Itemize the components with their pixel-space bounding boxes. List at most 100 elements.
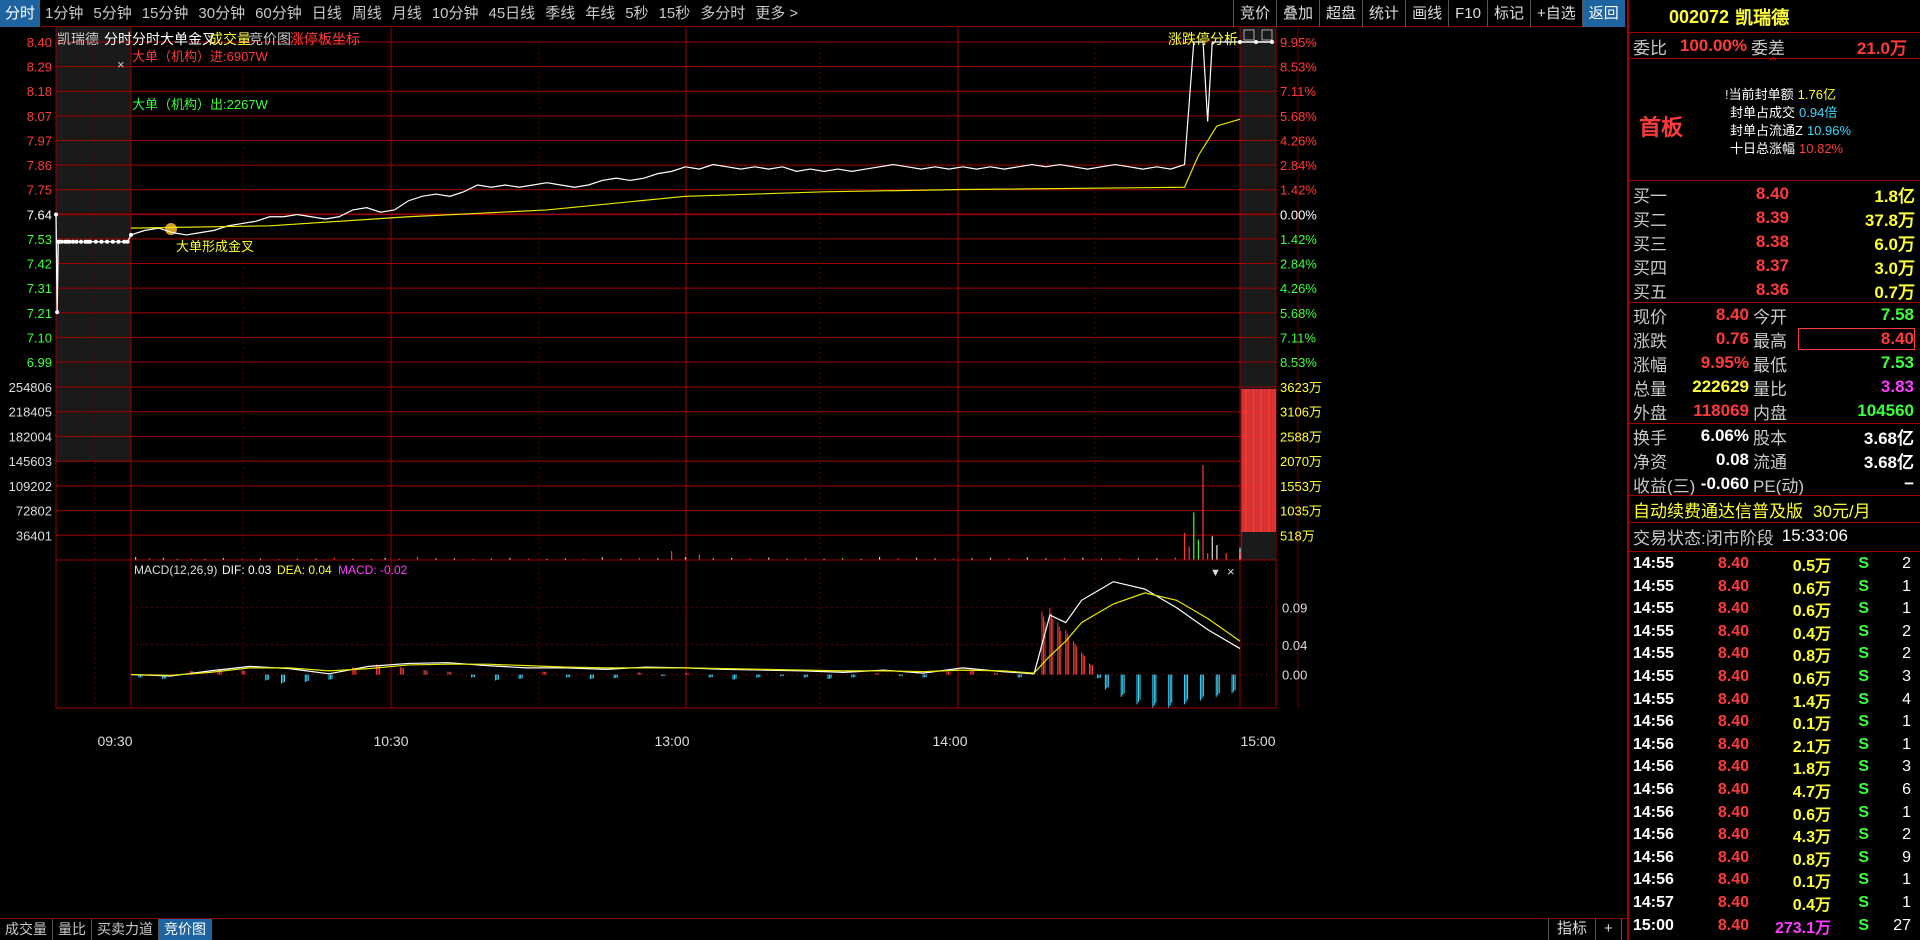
period-tab-6[interactable]: 日线 bbox=[307, 0, 347, 27]
period-tab-0[interactable]: 分时 bbox=[0, 0, 41, 27]
limit-coord-toggle[interactable]: 涨停板坐标 bbox=[290, 31, 360, 47]
tool-button-0[interactable]: 竞价 bbox=[1233, 0, 1276, 27]
pct-tick-label: 2.84% bbox=[1280, 158, 1317, 173]
macd-close-icon[interactable]: × bbox=[1227, 564, 1235, 579]
tick-row[interactable]: 14:56 8.40 0.8万 S 9 bbox=[1629, 847, 1920, 869]
indicator-control-1[interactable]: + bbox=[1595, 918, 1621, 940]
indicator-tab-3[interactable]: 竞价图 bbox=[159, 919, 212, 940]
auction-point bbox=[74, 239, 79, 244]
tick-time: 14:56 bbox=[1633, 781, 1674, 798]
tick-row[interactable]: 14:57 8.40 0.4万 S 1 bbox=[1629, 892, 1920, 914]
ad-text[interactable]: 自动续费通达信普及版 bbox=[1633, 497, 1803, 522]
price-tick-label: 7.53 bbox=[27, 232, 52, 247]
tick-time: 14:55 bbox=[1633, 600, 1674, 618]
tick-time: 14:55 bbox=[1633, 668, 1674, 685]
chart-indicator-label[interactable]: 分时大单金叉 bbox=[132, 31, 216, 47]
close-icon[interactable]: × bbox=[117, 57, 125, 72]
tick-row[interactable]: 14:55 8.40 0.6万 S 1 bbox=[1629, 576, 1920, 598]
pct-tick-label: 4.26% bbox=[1280, 133, 1317, 148]
quote-row: 涨幅 9.95% 最低 7.53 bbox=[1629, 352, 1920, 375]
seal-value: 1.76亿 bbox=[1797, 87, 1836, 102]
macd-hist-legend: MACD: -0.02 bbox=[338, 563, 408, 577]
indicator-tab-0[interactable]: 成交量 bbox=[0, 919, 53, 940]
period-tab-5[interactable]: 60分钟 bbox=[250, 0, 307, 27]
tool-button-4[interactable]: 画线 bbox=[1405, 0, 1448, 27]
tool-button-6[interactable]: 标记 bbox=[1486, 0, 1530, 27]
tick-volume: 0.6万 bbox=[1792, 580, 1831, 598]
indicator-tab-1[interactable]: 量比 bbox=[53, 919, 92, 940]
volume-toggle[interactable]: 成交量 bbox=[209, 31, 251, 47]
tick-row[interactable]: 14:56 8.40 4.3万 S 2 bbox=[1629, 824, 1920, 846]
tool-button-7[interactable]: +自选 bbox=[1529, 0, 1582, 27]
tick-time: 14:57 bbox=[1633, 894, 1674, 911]
tick-row[interactable]: 14:56 8.40 2.1万 S 1 bbox=[1629, 734, 1920, 756]
period-tab-7[interactable]: 周线 bbox=[347, 0, 387, 27]
tick-row[interactable]: 14:56 8.40 0.6万 S 1 bbox=[1629, 802, 1920, 824]
period-tab-9[interactable]: 10分钟 bbox=[427, 0, 484, 27]
period-tab-1[interactable]: 1分钟 bbox=[40, 0, 88, 27]
tick-row[interactable]: 14:55 8.40 0.5万 S 2 bbox=[1629, 553, 1920, 575]
bid-volume: 37.8万 bbox=[1864, 210, 1915, 230]
tick-volume: 0.6万 bbox=[1792, 671, 1831, 688]
bid-chart-toggle[interactable]: 竞价图 bbox=[249, 31, 291, 47]
tick-row[interactable]: 15:00 8.40 273.1万 S 27 bbox=[1629, 915, 1920, 937]
bid-level-row[interactable]: 买一 8.40 1.8亿 bbox=[1629, 183, 1920, 206]
tick-row[interactable]: 14:56 8.40 0.1万 S 1 bbox=[1629, 869, 1920, 891]
weibi-value: 100.00% bbox=[1679, 36, 1747, 55]
tool-button-1[interactable]: 叠加 bbox=[1276, 0, 1319, 27]
bid-level-label: 买四 bbox=[1633, 258, 1667, 278]
tool-button-8[interactable]: 返回 bbox=[1581, 0, 1625, 27]
period-tab-15[interactable]: 多分时 bbox=[695, 0, 750, 27]
auction-point bbox=[116, 239, 121, 244]
bid-level-label: 买五 bbox=[1633, 282, 1667, 302]
big-order-in-label: 大单（机构）进:6907W bbox=[132, 49, 269, 64]
bid-level-row[interactable]: 买五 8.36 0.7万 bbox=[1629, 279, 1920, 302]
period-tab-10[interactable]: 45日线 bbox=[484, 0, 541, 27]
info-value: − bbox=[1904, 474, 1914, 493]
period-tab-16[interactable]: 更多 > bbox=[750, 0, 803, 27]
quote-value: 3.83 bbox=[1880, 377, 1914, 396]
tick-row[interactable]: 14:56 8.40 0.1万 S 1 bbox=[1629, 711, 1920, 733]
expand-toggle[interactable]: ⌃ bbox=[1767, 54, 1779, 71]
bid-level-row[interactable]: 买四 8.37 3.0万 bbox=[1629, 255, 1920, 278]
tool-button-3[interactable]: 统计 bbox=[1362, 0, 1405, 27]
tool-button-5[interactable]: F10 bbox=[1448, 0, 1487, 27]
period-tab-13[interactable]: 5秒 bbox=[620, 0, 653, 27]
indicator-control-0[interactable]: 指标 bbox=[1548, 918, 1595, 940]
seal-row: 封单占流通Z 10.96% bbox=[1725, 120, 1851, 139]
period-tab-2[interactable]: 5分钟 bbox=[88, 0, 136, 27]
tick-row[interactable]: 14:56 8.40 4.7万 S 6 bbox=[1629, 779, 1920, 801]
chart-mode-label[interactable]: 分时 bbox=[104, 31, 132, 47]
tool-button-2[interactable]: 超盘 bbox=[1319, 0, 1362, 27]
tick-row[interactable]: 14:55 8.40 1.4万 S 4 bbox=[1629, 689, 1920, 711]
ad-price[interactable]: 30元/月 bbox=[1813, 497, 1871, 522]
indicator-tab-2[interactable]: 买卖力道 bbox=[92, 919, 159, 940]
tick-volume: 2.1万 bbox=[1792, 738, 1831, 756]
pct-tick-label: 4.26% bbox=[1280, 281, 1317, 296]
period-tab-14[interactable]: 15秒 bbox=[654, 0, 696, 27]
bid-level-row[interactable]: 买三 8.38 6.0万 bbox=[1629, 231, 1920, 254]
seal-value: 0.94倍 bbox=[1799, 105, 1838, 120]
tick-row[interactable]: 14:55 8.40 0.4万 S 2 bbox=[1629, 621, 1920, 643]
period-tab-12[interactable]: 年线 bbox=[580, 0, 620, 27]
info-label: 换手 bbox=[1633, 428, 1667, 448]
info-label: 股本 bbox=[1753, 428, 1787, 448]
bid-level-row[interactable]: 买二 8.39 37.8万 bbox=[1629, 207, 1920, 230]
period-tab-3[interactable]: 15分钟 bbox=[137, 0, 194, 27]
price-tick-label: 7.31 bbox=[27, 281, 52, 296]
period-tab-8[interactable]: 月线 bbox=[387, 0, 427, 27]
tick-row[interactable]: 14:56 8.40 1.8万 S 3 bbox=[1629, 756, 1920, 778]
period-tab-11[interactable]: 季线 bbox=[540, 0, 580, 27]
tick-count: 1 bbox=[1902, 600, 1911, 618]
bid-volume: 6.0万 bbox=[1874, 234, 1915, 254]
tick-row[interactable]: 14:55 8.40 0.6万 S 1 bbox=[1629, 598, 1920, 620]
tick-row[interactable]: 14:55 8.40 0.8万 S 2 bbox=[1629, 643, 1920, 665]
tick-count: 2 bbox=[1902, 826, 1911, 844]
quote-label: 最高 bbox=[1753, 331, 1787, 351]
intraday-chart[interactable]: 8.409.95%8.298.53%8.187.11%8.075.68%7.97… bbox=[0, 27, 1627, 918]
tick-side: S bbox=[1858, 826, 1869, 844]
tick-count: 1 bbox=[1902, 803, 1911, 821]
period-tab-4[interactable]: 30分钟 bbox=[193, 0, 250, 27]
tick-row[interactable]: 14:55 8.40 0.6万 S 3 bbox=[1629, 666, 1920, 688]
macd-menu-icon[interactable]: ▼ bbox=[1210, 567, 1221, 579]
